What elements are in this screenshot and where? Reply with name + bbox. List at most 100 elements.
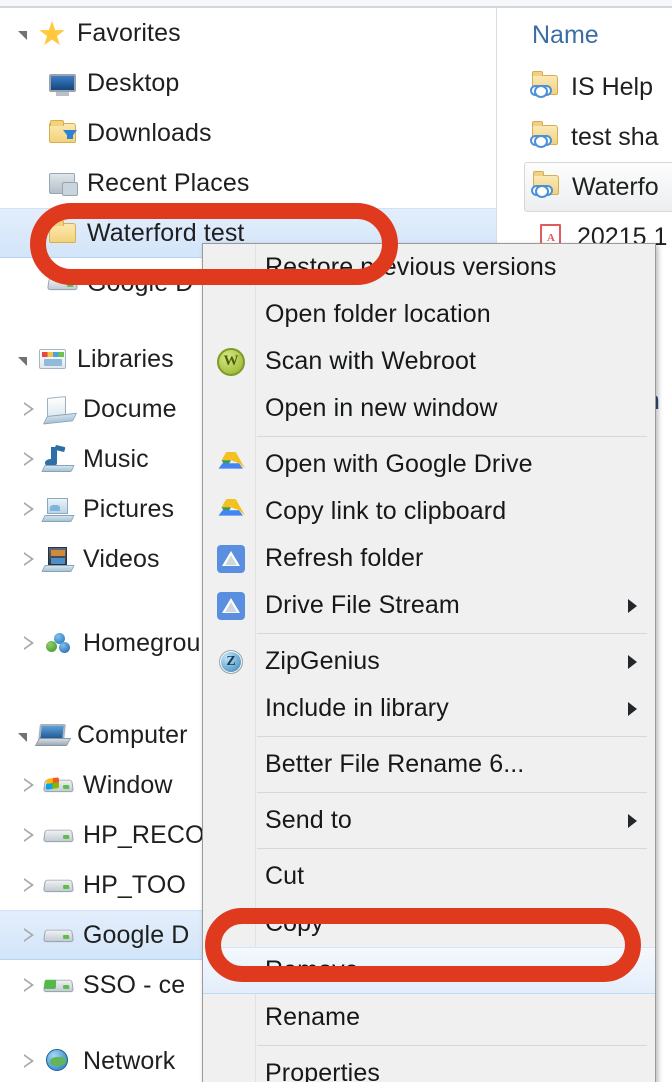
sidebar-item-label: HP_RECO (83, 820, 205, 849)
expander-closed-icon[interactable] (16, 636, 42, 650)
libraries-icon (36, 344, 70, 374)
menu-item-label: Copy link to clipboard (265, 497, 507, 525)
expander-open-icon[interactable] (10, 27, 36, 40)
videos-library-icon (41, 544, 76, 574)
menu-item-remove[interactable]: Remove (203, 947, 655, 994)
music-library-icon (41, 444, 76, 474)
file-list-item[interactable]: test sha (498, 112, 672, 162)
downloads-folder-icon (46, 118, 80, 148)
computer-icon (36, 720, 70, 750)
menu-item-label: Refresh folder (265, 544, 424, 572)
drive-icon (46, 268, 80, 298)
star-icon (36, 18, 70, 48)
network-drive-icon (42, 970, 76, 1000)
menu-separator (257, 736, 647, 737)
drive-icon (42, 870, 76, 900)
file-name: Waterfo (572, 172, 659, 201)
menu-item-rename[interactable]: Rename (203, 994, 655, 1041)
sidebar-item-label: SSO - ce (83, 970, 186, 999)
menu-item-label: Include in library (265, 694, 449, 722)
menu-item-label: Better File Rename 6... (265, 750, 525, 778)
expander-closed-icon[interactable] (16, 502, 42, 516)
file-list-item-selected[interactable]: Waterfo (524, 162, 672, 212)
menu-separator (257, 792, 647, 793)
submenu-arrow-icon (628, 654, 637, 669)
folder-icon (46, 218, 80, 248)
menu-item-label: Cut (265, 862, 305, 890)
sidebar-item-label: Music (83, 444, 149, 473)
menu-item-label: ZipGenius (265, 647, 380, 675)
menu-item-copy-link-to-clipboard[interactable]: Copy link to clipboard (203, 488, 655, 535)
sidebar-item-label: Google D (83, 920, 190, 949)
menu-item-open-folder-location[interactable]: Open folder location (203, 291, 655, 338)
webroot-icon: W (217, 347, 245, 376)
drive-icon (42, 920, 76, 950)
tree-group-label: Favorites (77, 18, 181, 47)
google-drive-icon (217, 451, 245, 479)
pictures-library-icon (41, 494, 76, 524)
google-drive-icon (217, 498, 245, 526)
file-name: test sha (571, 122, 659, 151)
menu-item-better-file-rename[interactable]: Better File Rename 6... (203, 741, 655, 788)
context-menu: Restore previous versions Open folder lo… (202, 243, 656, 1082)
menu-item-open-in-new-window[interactable]: Open in new window (203, 385, 655, 432)
windows-drive-icon (42, 770, 76, 800)
expander-closed-icon[interactable] (16, 928, 42, 942)
expander-closed-icon[interactable] (16, 1054, 42, 1068)
expander-closed-icon[interactable] (16, 452, 42, 466)
sidebar-item-label: Window (83, 770, 173, 799)
menu-item-scan-with-webroot[interactable]: W Scan with Webroot (203, 338, 655, 385)
expander-closed-icon[interactable] (16, 828, 42, 842)
sidebar-item-label: Google D (87, 268, 194, 297)
tree-group-favorites[interactable]: Favorites (0, 8, 497, 58)
expander-closed-icon[interactable] (16, 402, 42, 416)
expander-closed-icon[interactable] (16, 978, 42, 992)
sidebar-item-downloads[interactable]: Downloads (0, 108, 497, 158)
sidebar-item-recent-places[interactable]: Recent Places (0, 158, 497, 208)
menu-item-label: Drive File Stream (265, 591, 460, 619)
menu-item-include-in-library[interactable]: Include in library (203, 685, 655, 732)
file-list-item[interactable]: IS Help (498, 62, 672, 112)
sidebar-item-label: Network (83, 1046, 176, 1075)
submenu-arrow-icon (628, 813, 637, 828)
menu-item-zipgenius[interactable]: Z ZipGenius (203, 638, 655, 685)
menu-item-restore-previous-versions[interactable]: Restore previous versions (203, 244, 655, 291)
menu-item-label: Scan with Webroot (265, 347, 477, 375)
menu-separator (257, 1045, 647, 1046)
documents-library-icon (42, 394, 76, 424)
sidebar-item-label: Recent Places (87, 168, 250, 197)
sidebar-item-desktop[interactable]: Desktop (0, 58, 497, 108)
expander-open-icon[interactable] (10, 353, 36, 366)
menu-item-label: Open in new window (265, 394, 498, 422)
expander-closed-icon[interactable] (16, 552, 42, 566)
submenu-arrow-icon (628, 701, 637, 716)
menu-item-refresh-folder[interactable]: Refresh folder (203, 535, 655, 582)
menu-separator (257, 848, 647, 849)
menu-item-label: Restore previous versions (265, 253, 557, 281)
menu-separator (257, 633, 647, 634)
menu-item-open-with-google-drive[interactable]: Open with Google Drive (203, 441, 655, 488)
menu-item-cut[interactable]: Cut (203, 853, 655, 900)
expander-closed-icon[interactable] (16, 878, 42, 892)
sidebar-item-label: Homegrou (83, 628, 201, 657)
explorer-window: Favorites Desktop Downloads Recent Place… (0, 0, 672, 1082)
menu-item-copy[interactable]: Copy (203, 900, 655, 947)
tree-group-label: Libraries (77, 344, 174, 373)
sidebar-item-label: Videos (83, 544, 160, 573)
network-icon (42, 1046, 76, 1076)
menu-item-label: Open with Google Drive (265, 450, 533, 478)
recent-places-icon (46, 168, 80, 198)
menu-item-label: Send to (265, 806, 352, 834)
expander-closed-icon[interactable] (16, 778, 42, 792)
menu-item-properties[interactable]: Properties (203, 1050, 655, 1082)
menu-item-send-to[interactable]: Send to (203, 797, 655, 844)
menu-item-label: Remove (265, 956, 359, 984)
menu-item-label: Open folder location (265, 300, 491, 328)
sidebar-item-label: HP_TOO (83, 870, 186, 899)
column-header-name[interactable]: Name (498, 8, 672, 62)
sidebar-item-label: Downloads (87, 118, 212, 147)
drive-icon (42, 820, 76, 850)
tree-group-label: Computer (77, 720, 188, 749)
menu-item-drive-file-stream[interactable]: Drive File Stream (203, 582, 655, 629)
expander-open-icon[interactable] (10, 729, 36, 742)
